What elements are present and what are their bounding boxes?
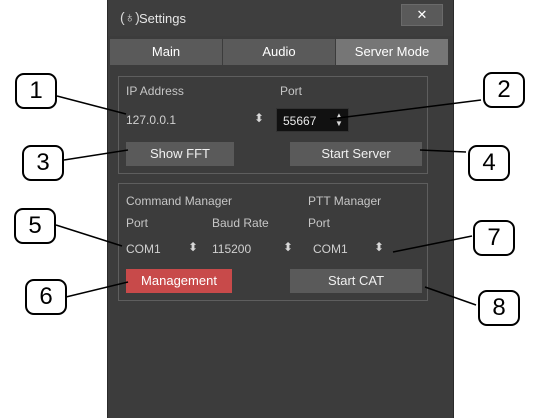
callout-4: 4	[468, 145, 510, 181]
callout-8: 8	[478, 290, 520, 326]
callout-5: 5	[14, 208, 56, 244]
callout-6: 6	[25, 279, 67, 315]
callout-1: 1	[15, 73, 57, 109]
callout-2: 2	[483, 72, 525, 108]
callout-leaders	[55, 95, 482, 306]
callout-7: 7	[473, 220, 515, 256]
callout-3: 3	[22, 145, 64, 181]
